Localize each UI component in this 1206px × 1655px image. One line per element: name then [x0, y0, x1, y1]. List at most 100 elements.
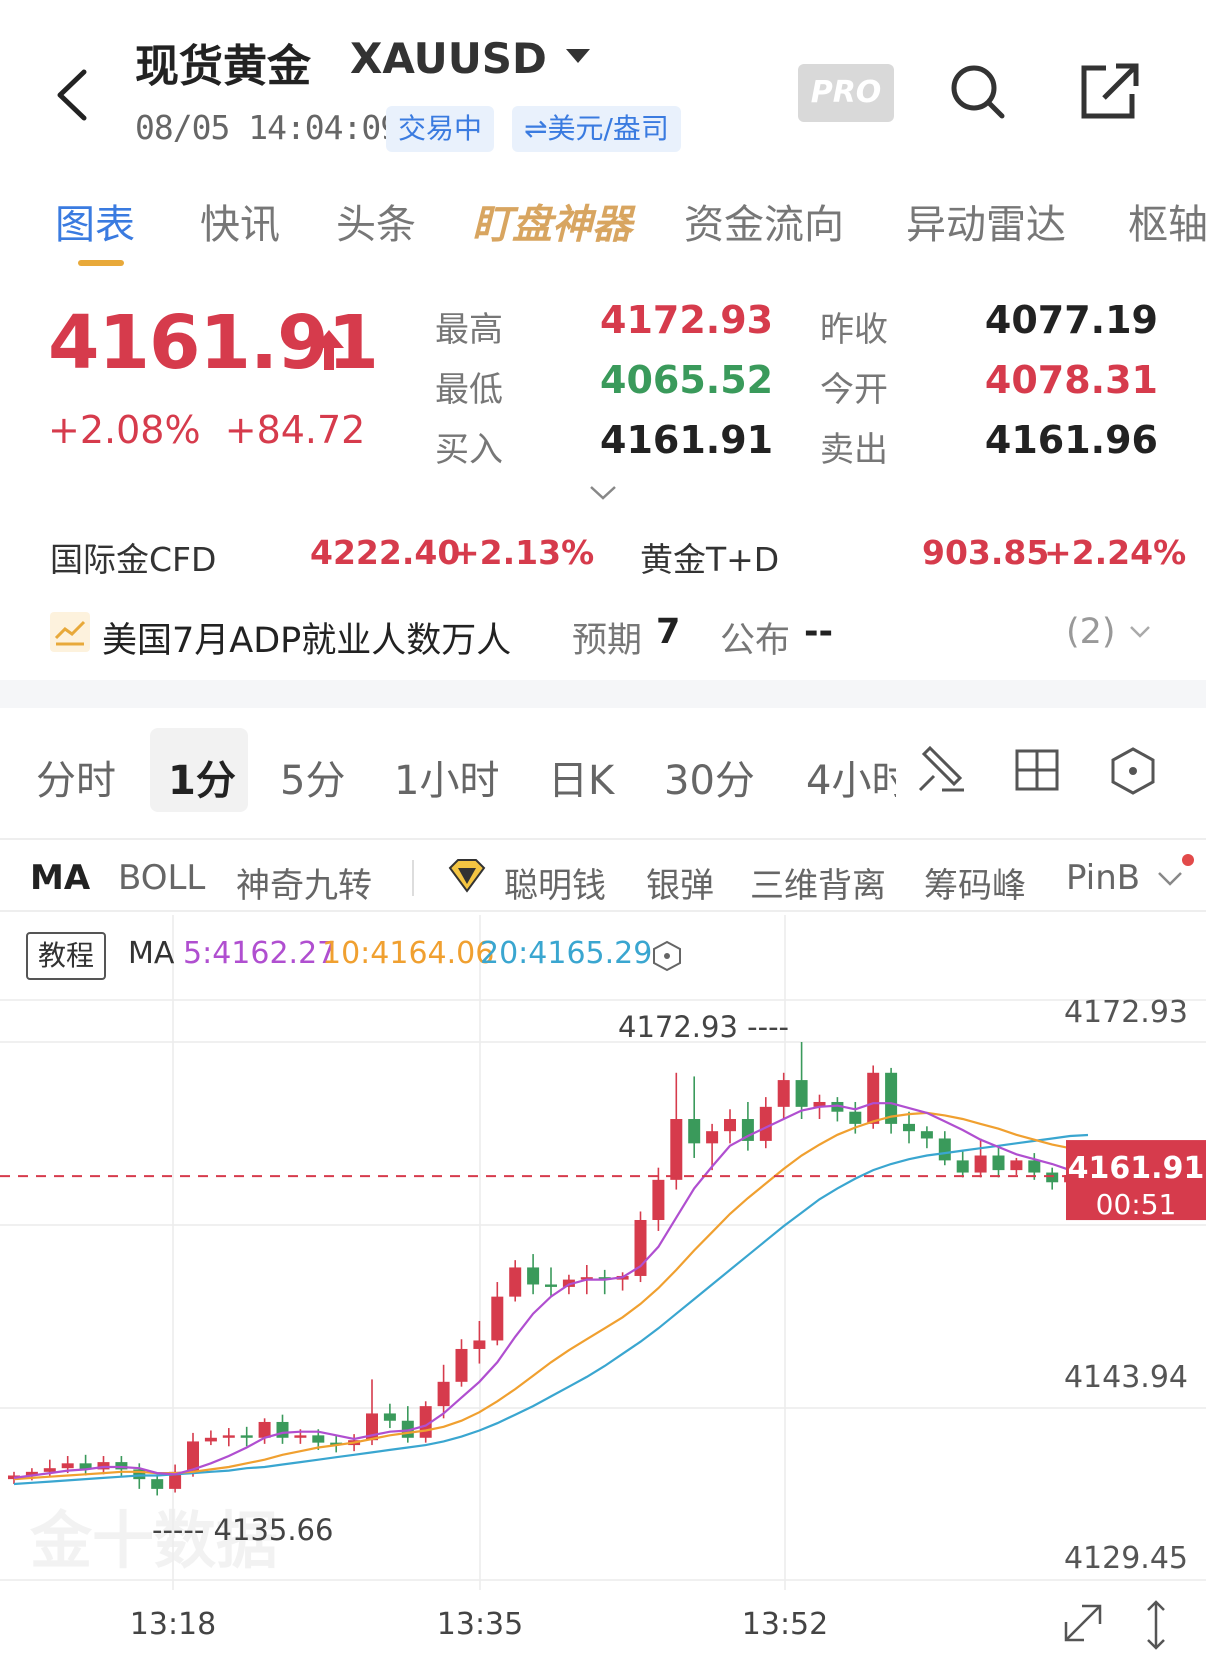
candlestick-chart[interactable]: 4161.9100:51 4172.93 4143.94 4129.45 13:18 13…	[0, 915, 1206, 1655]
indicator-ma[interactable]: MA	[30, 858, 90, 898]
ma-legend-label: MA	[128, 936, 175, 971]
divider	[0, 838, 1206, 840]
period-4hour[interactable]: 4小时	[806, 748, 896, 806]
settings-hexagon-icon[interactable]	[1110, 746, 1156, 796]
low-label: 最低	[435, 370, 503, 410]
tutorial-button[interactable]: 教程	[26, 932, 106, 980]
back-arrow-icon[interactable]	[50, 60, 100, 130]
expand-chart-icon[interactable]	[1064, 1604, 1102, 1642]
ma20-value: 20:4165.29	[480, 936, 653, 971]
event-actual-label: 公布	[720, 621, 791, 661]
candle-body	[491, 1296, 504, 1341]
period-30min[interactable]: 30分	[664, 748, 755, 806]
ma10-value: 10:4164.06	[322, 936, 495, 971]
trading-status-badge: 交易中	[386, 106, 495, 152]
price-change: +2.08% +84.72	[48, 408, 365, 452]
chevron-down-icon[interactable]	[1156, 870, 1184, 888]
candle-body	[222, 1435, 235, 1438]
indicator-3d-divergence[interactable]: 三维背离	[750, 858, 886, 907]
ma-settings-icon[interactable]	[652, 940, 682, 972]
tab-watch-tool[interactable]: 盯盘神器	[472, 192, 632, 250]
event-count[interactable]: (2)	[1066, 612, 1116, 652]
indicator-td9[interactable]: 神奇九转	[236, 858, 372, 907]
candle-body	[1010, 1160, 1023, 1171]
candle-body	[240, 1435, 253, 1438]
layout-grid-icon[interactable]	[1014, 748, 1060, 792]
candle-body	[688, 1119, 701, 1144]
x-tick-label: 13:18	[130, 1607, 216, 1642]
prev-close-label: 昨收	[820, 310, 888, 350]
caret-down-icon[interactable]	[565, 48, 591, 64]
cfd-label[interactable]: 国际金CFD	[50, 533, 216, 581]
high-label: 最高	[435, 310, 503, 350]
candle-body	[759, 1106, 772, 1141]
candle-body	[509, 1267, 522, 1297]
tab-headlines[interactable]: 头条	[336, 192, 416, 250]
share-icon[interactable]	[1078, 60, 1142, 124]
bid-value: 4161.91	[600, 418, 774, 462]
current-price-label: 4161.91	[1068, 1151, 1205, 1186]
indicator-boll[interactable]: BOLL	[118, 858, 205, 898]
candle-body	[992, 1155, 1005, 1171]
unit-toggle[interactable]: ⇌美元/盎司	[512, 106, 681, 152]
period-daily[interactable]: 日K	[548, 748, 614, 806]
event-title[interactable]: 美国7月ADP就业人数万人	[102, 612, 511, 663]
tab-chart[interactable]: 图表	[55, 192, 135, 250]
candle-body	[204, 1437, 217, 1442]
candle-body	[652, 1179, 665, 1220]
y-tick-label: 4129.45	[1064, 1541, 1188, 1576]
indicator-chip-peak[interactable]: 筹码峰	[924, 858, 1026, 907]
symbol-selector[interactable]: XAUUSD	[350, 34, 547, 83]
candle-body	[777, 1080, 790, 1107]
tab-radar[interactable]: 异动雷达	[906, 192, 1066, 250]
event-actual-value: --	[804, 612, 834, 652]
tab-flash[interactable]: 快讯	[200, 192, 280, 250]
candle-body	[527, 1267, 540, 1285]
indicator-pinbar[interactable]: PinB	[1066, 858, 1144, 898]
td-change: +2.24%	[1044, 533, 1187, 572]
candle-body	[437, 1381, 450, 1407]
candle-body	[276, 1421, 289, 1438]
countdown-label: 00:51	[1096, 1188, 1177, 1221]
vertical-scale-icon[interactable]	[1147, 1600, 1165, 1650]
ma20-line	[13, 1133, 1089, 1486]
pro-button[interactable]: PRO	[798, 64, 894, 122]
candle-body	[383, 1413, 396, 1421]
candle-body	[151, 1479, 164, 1489]
period-1min[interactable]: 1分	[168, 748, 236, 806]
tab-pivot[interactable]: 枢轴	[1128, 192, 1206, 250]
cfd-price: 4222.40	[310, 533, 461, 572]
candle-body	[455, 1348, 468, 1382]
low-marker-label: ----- 4135.66	[152, 1513, 333, 1547]
ma5-value: 5:4162.27	[183, 936, 337, 971]
cfd-change: +2.13%	[452, 533, 595, 572]
chevron-down-icon[interactable]	[1128, 624, 1152, 640]
low-value: 4065.52	[600, 358, 774, 402]
high-value: 4172.93	[600, 298, 774, 342]
candle-body	[312, 1435, 325, 1443]
change-absolute: +84.72	[224, 408, 366, 452]
td-label[interactable]: 黄金T+D	[640, 533, 779, 581]
section-divider	[0, 680, 1206, 708]
period-5min[interactable]: 5分	[280, 748, 345, 806]
change-percent: +2.08%	[48, 408, 201, 452]
candle-body	[473, 1340, 486, 1349]
ask-value: 4161.96	[984, 418, 1158, 462]
indicator-silver-bullet[interactable]: 银弹	[646, 858, 714, 907]
event-expect-label: 预期	[572, 621, 643, 661]
drawing-tool-icon[interactable]	[916, 740, 968, 796]
diamond-icon	[448, 859, 486, 893]
search-icon[interactable]	[946, 60, 1010, 124]
open-label: 今开	[820, 370, 888, 410]
tab-fund-flow[interactable]: 资金流向	[684, 192, 844, 250]
candle-body	[1046, 1172, 1059, 1183]
expand-chevron-icon[interactable]	[588, 484, 618, 502]
prev-close-value: 4077.19	[984, 298, 1158, 342]
period-1hour[interactable]: 1小时	[394, 748, 499, 806]
ask-label: 卖出	[820, 430, 888, 470]
indicator-smart-money[interactable]: 聪明钱	[504, 858, 606, 907]
candle-body	[956, 1160, 969, 1173]
period-timeshare[interactable]: 分时	[36, 748, 116, 806]
event-expect-value: 7	[656, 612, 681, 652]
candle-body	[670, 1119, 683, 1180]
